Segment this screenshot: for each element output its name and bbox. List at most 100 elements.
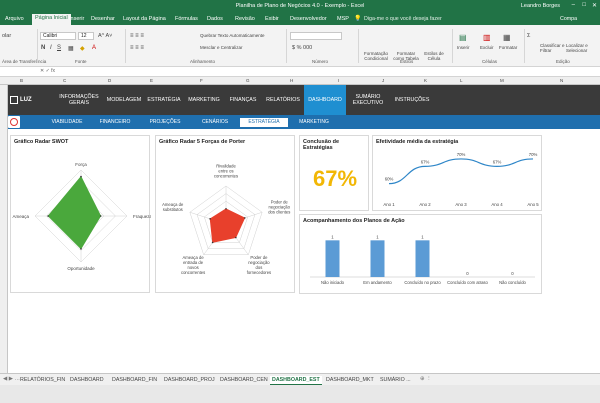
bold-button[interactable]: N — [41, 45, 45, 51]
nav-informacoes-gerais[interactable]: INFORMAÇÕES GERAIS — [54, 85, 104, 115]
cells-group-label: Células — [482, 59, 498, 64]
subnav-marketing[interactable]: MARKETING — [290, 118, 338, 127]
sheet-tab[interactable]: DASHBOARD — [68, 376, 106, 385]
swot-title: Gráfico Radar SWOT — [14, 139, 69, 145]
wrap-text-button[interactable]: Quebrar Texto Automaticamente — [200, 33, 264, 38]
column-header[interactable]: J — [382, 78, 384, 83]
column-header[interactable]: I — [338, 78, 339, 83]
font-grow-icon[interactable]: A^ A˅ — [98, 33, 112, 39]
nav-sumario-executivo[interactable]: SUMÁRIO EXECUTIVO — [346, 85, 390, 115]
font-size-select[interactable]: 12 — [78, 32, 94, 40]
subnav-estrategia[interactable]: ESTRATÉGIA — [240, 118, 288, 127]
underline-button[interactable]: S — [57, 45, 61, 51]
tab-dados[interactable]: Dados — [204, 15, 226, 23]
delete-cells-button[interactable]: Excluir — [480, 45, 494, 50]
sheet-tab[interactable]: SUMÁRIO ... — [378, 376, 413, 385]
nav-dashboard[interactable]: DASHBOARD — [304, 85, 346, 115]
home-button[interactable] — [8, 116, 20, 128]
column-header[interactable]: G — [246, 78, 250, 83]
column-header[interactable]: F — [200, 78, 203, 83]
tab-desenhar[interactable]: Desenhar — [88, 15, 118, 23]
align-top-icon[interactable]: ≡ ≡ ≡ — [130, 33, 144, 39]
sort-filter-button[interactable]: Classificar e Filtrar — [540, 43, 566, 53]
italic-button[interactable]: I — [50, 45, 52, 51]
nav-marketing[interactable]: MARKETING — [184, 85, 224, 115]
sheet-tab[interactable]: DASHBOARD_MKT — [324, 376, 376, 385]
styles-group-label: Estilos — [400, 59, 414, 64]
merge-center-button[interactable]: Mesclar e Centralizar — [200, 45, 243, 50]
user-name[interactable]: Leandro Borges — [521, 3, 560, 9]
minimize-icon[interactable]: – — [572, 2, 575, 8]
currency-icon[interactable]: $ % 000 — [292, 45, 312, 51]
swot-radar-chart: Força Fraqueza Oportunidade Ameaça — [12, 162, 151, 271]
data-label: 70% — [457, 152, 466, 157]
x-tick-label: Ano 5 — [527, 202, 539, 207]
tab-msp[interactable]: MSP — [334, 15, 352, 23]
paste-button[interactable]: olar — [2, 33, 11, 39]
sheet-tab-active[interactable]: DASHBOARD_EST — [270, 376, 322, 385]
sheet-tab[interactable]: DASHBOARD_FIN — [110, 376, 159, 385]
formula-bar[interactable]: ✕ ✓ fx — [0, 67, 600, 77]
subnav-cenarios[interactable]: CENÁRIOS — [191, 118, 239, 127]
sheet-tab[interactable]: DASHBOARD_PROJ — [162, 376, 217, 385]
column-header[interactable]: B — [20, 78, 23, 83]
font-name-select[interactable]: Calibri — [40, 32, 76, 40]
nav-relatorios[interactable]: RELATÓRIOS — [262, 85, 304, 115]
dashboard-subnav: VIABILIDADE FINANCEIRO PROJEÇÕES CENÁRIO… — [8, 115, 600, 129]
nav-estrategia[interactable]: ESTRATÉGIA — [144, 85, 184, 115]
lightbulb-icon: 💡 — [354, 16, 362, 22]
fx-icon[interactable]: ✕ ✓ fx — [40, 68, 55, 74]
sheet-tab[interactable]: DASHBOARD_CEN — [218, 376, 270, 385]
insert-cells-icon[interactable]: ▤ — [459, 33, 467, 42]
sheet-tabs: ◀ ▶ … RELATÓRIOS_FIN DASHBOARD DASHBOARD… — [0, 373, 600, 385]
column-header[interactable]: E — [150, 78, 153, 83]
column-header[interactable]: L — [460, 78, 463, 83]
tab-layout-pagina[interactable]: Layout da Página — [120, 15, 169, 23]
subnav-financeiro[interactable]: FINANCEIRO — [92, 118, 138, 127]
tab-arquivo[interactable]: Arquivo — [2, 15, 27, 23]
alignment-group-label: Alinhamento — [190, 59, 216, 64]
column-header[interactable]: N — [560, 78, 563, 83]
insert-cells-button[interactable]: Inserir — [457, 45, 470, 50]
tab-revisao[interactable]: Revisão — [232, 15, 258, 23]
delete-cells-icon[interactable]: ▥ — [483, 33, 491, 42]
autosum-icon[interactable]: Σ — [527, 33, 530, 39]
borders-icon[interactable]: ▦ — [68, 45, 74, 52]
tab-pagina-inicial[interactable]: Página Inicial — [32, 14, 71, 25]
maximize-icon[interactable]: □ — [582, 2, 586, 8]
close-icon[interactable]: ✕ — [592, 2, 597, 9]
find-select-button[interactable]: Localizar e Selecionar — [566, 43, 598, 53]
tab-exibir[interactable]: Exibir — [262, 15, 282, 23]
tell-me-input[interactable]: Diga-me o que você deseja fazer — [364, 16, 442, 22]
data-label: 1 — [421, 234, 424, 239]
radar-point — [209, 218, 211, 220]
column-header[interactable]: M — [500, 78, 504, 83]
column-header[interactable]: D — [108, 78, 111, 83]
format-cells-button[interactable]: Formatar — [499, 45, 517, 50]
more-sheets-icon[interactable]: ⊕ ⋮ — [420, 376, 432, 382]
font-color-icon[interactable]: A — [92, 45, 96, 51]
share-button[interactable]: Compa — [560, 16, 577, 22]
cell-styles-button[interactable]: Estilos de Célula — [421, 51, 447, 61]
tab-desenvolvedor[interactable]: Desenvolvedor — [287, 15, 330, 23]
tab-formulas[interactable]: Fórmulas — [172, 15, 201, 23]
nav-financas[interactable]: FINANÇAS — [224, 85, 262, 115]
conclusion-panel: Conclusão de Estratégias 67% — [299, 135, 369, 211]
conditional-format-button[interactable]: Formatação Condicional — [362, 51, 390, 61]
column-header[interactable]: K — [424, 78, 427, 83]
tab-inserir[interactable]: Inserir — [66, 15, 87, 23]
align-left-icon[interactable]: ≡ ≡ ≡ — [130, 45, 144, 51]
x-tick-label: Concluído com atraso — [447, 280, 488, 285]
subnav-projecoes[interactable]: PROJEÇÕES — [140, 118, 190, 127]
sheet-tab[interactable]: RELATÓRIOS_FIN — [18, 376, 67, 385]
format-cells-icon[interactable]: ▦ — [503, 33, 511, 42]
nav-instrucoes[interactable]: INSTRUÇÕES — [390, 85, 434, 115]
column-header[interactable]: H — [290, 78, 293, 83]
column-header[interactable]: C — [63, 78, 66, 83]
number-format-select[interactable] — [290, 32, 342, 40]
fill-color-icon[interactable]: ◆ — [80, 45, 85, 52]
subnav-viabilidade[interactable]: VIABILIDADE — [44, 118, 90, 127]
nav-modelagem[interactable]: MODELAGEM — [104, 85, 144, 115]
conclusion-title: Conclusão de Estratégias — [303, 139, 340, 151]
number-group-label: Número — [312, 59, 329, 64]
